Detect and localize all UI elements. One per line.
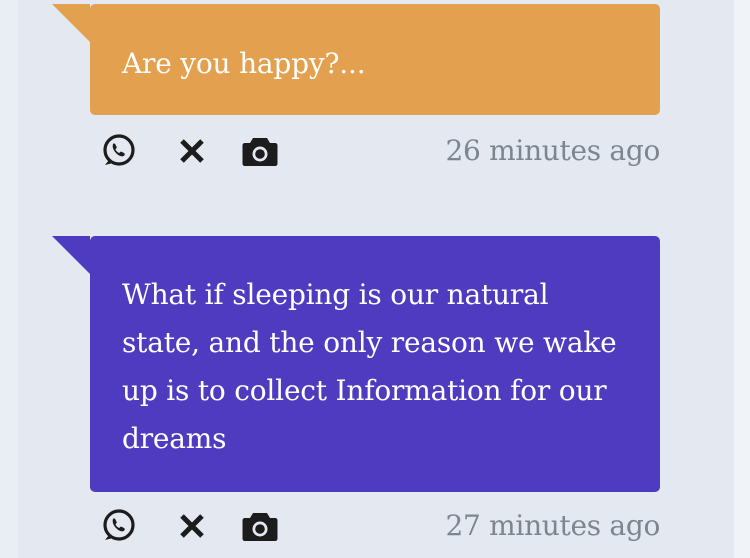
camera-icon[interactable] (240, 506, 280, 546)
message-bubble[interactable]: Are you happy?... (52, 4, 660, 115)
message-feed: Are you happy?... 26 minutes ago What if… (18, 0, 734, 558)
camera-icon[interactable] (240, 131, 280, 171)
left-gutter (0, 0, 18, 558)
close-icon[interactable] (172, 506, 212, 546)
right-gutter (734, 0, 750, 558)
close-icon[interactable] (172, 131, 212, 171)
post-card: Are you happy?... 26 minutes ago (18, 0, 734, 190)
message-bubble[interactable]: What if sleeping is our natural state, a… (52, 236, 660, 492)
timestamp: 26 minutes ago (445, 134, 661, 167)
timestamp: 27 minutes ago (445, 509, 661, 542)
message-text: Are you happy?... (122, 47, 366, 80)
bubble-tail (52, 4, 90, 42)
message-text: What if sleeping is our natural state, a… (122, 278, 617, 455)
whatsapp-icon[interactable] (98, 506, 138, 546)
whatsapp-icon[interactable] (98, 131, 138, 171)
post-actions: 26 minutes ago (98, 131, 660, 171)
bubble-tail (52, 236, 90, 274)
post-actions: 27 minutes ago (98, 506, 660, 546)
post-card: What if sleeping is our natural state, a… (18, 190, 734, 558)
